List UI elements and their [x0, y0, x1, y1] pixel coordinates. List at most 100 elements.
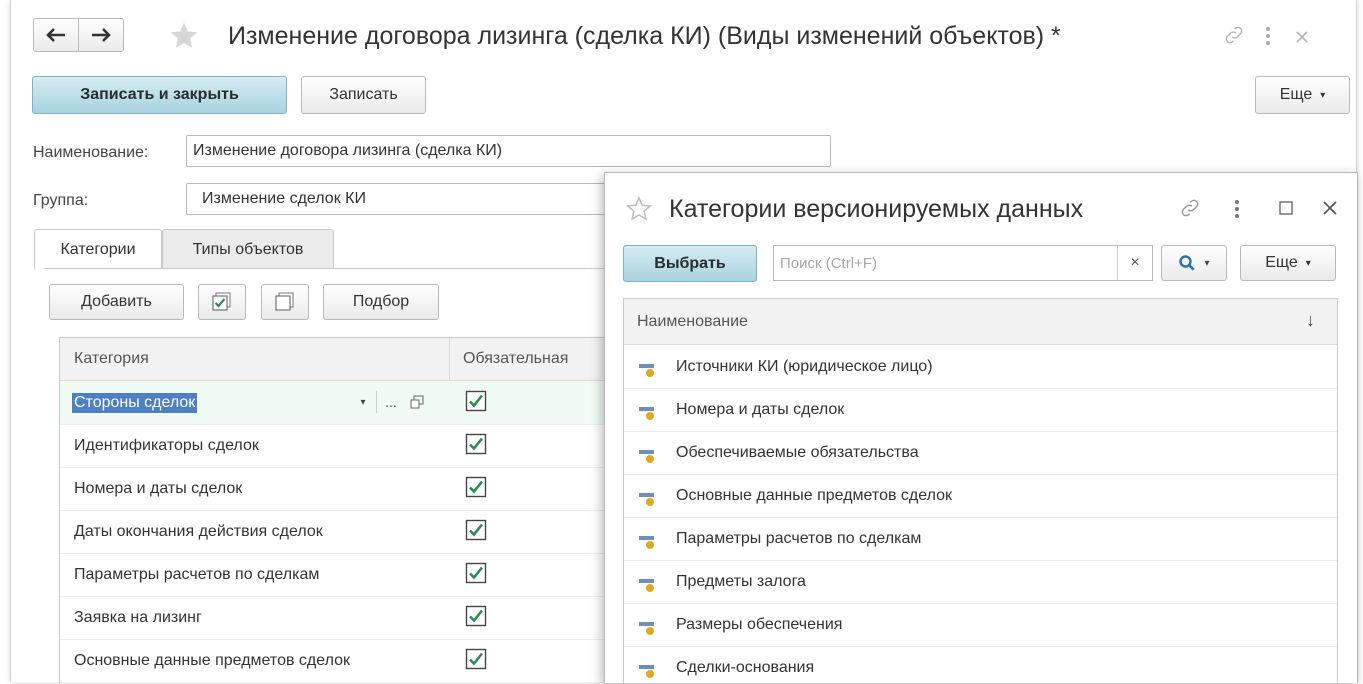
row-name: Стороны сделок	[72, 393, 198, 413]
required-checkbox[interactable]	[465, 519, 487, 541]
open-icon[interactable]	[409, 394, 425, 410]
row-editor-controls: ▾ ...	[350, 387, 450, 417]
catalog-item-icon	[639, 579, 654, 592]
table-row[interactable]: Идентификаторы сделок	[60, 424, 605, 468]
uncheck-all-button[interactable]	[261, 284, 309, 320]
name-input[interactable]: Изменение договора лизинга (сделка КИ)	[186, 135, 831, 167]
categories-selection-dialog: Категории версионируемых данных Выбрать …	[604, 172, 1358, 684]
more-button-label: Еще	[1279, 86, 1313, 103]
item-label: Основные данные предметов сделок	[676, 487, 953, 504]
column-separator	[449, 338, 450, 380]
required-checkbox[interactable]	[465, 562, 487, 584]
item-label: Параметры расчетов по сделкам	[676, 530, 922, 547]
table-row[interactable]: Даты окончания действия сделок	[60, 510, 605, 554]
select-button[interactable]: Выбрать	[623, 245, 757, 282]
arrow-left-icon	[46, 28, 65, 42]
search-input[interactable]: Поиск (Ctrl+F) ×	[773, 245, 1153, 281]
list-item[interactable]: Обеспечиваемые обязательства	[624, 431, 1337, 475]
list-item[interactable]: Размеры обеспечения	[624, 603, 1337, 647]
item-label: Предметы залога	[676, 573, 806, 590]
name-label: Наименование:	[33, 144, 149, 161]
close-icon[interactable]	[1295, 30, 1309, 44]
column-required[interactable]: Обязательная	[463, 350, 568, 368]
required-checkbox[interactable]	[465, 476, 487, 498]
row-name: Параметры расчетов по сделкам	[74, 566, 320, 583]
search-button[interactable]: ▾	[1161, 245, 1227, 281]
link-icon[interactable]	[1223, 24, 1245, 46]
list-item[interactable]: Предметы залога	[624, 560, 1337, 604]
dialog-title: Категории версионируемых данных	[669, 195, 1084, 223]
item-label: Номера и даты сделок	[676, 401, 845, 418]
search-placeholder: Поиск (Ctrl+F)	[780, 254, 877, 272]
more-button-label: Еще	[1265, 254, 1298, 271]
catalog-item-icon	[639, 407, 654, 420]
forward-button[interactable]	[78, 18, 124, 52]
more-vertical-icon[interactable]	[1263, 26, 1273, 46]
group-input[interactable]: Изменение сделок КИ	[186, 183, 606, 215]
more-vertical-icon[interactable]	[1232, 199, 1242, 219]
catalog-item-icon	[639, 364, 654, 377]
table-row[interactable]: Заявка на лизинг	[60, 596, 605, 640]
add-button[interactable]: Добавить	[49, 284, 184, 320]
favorite-star-icon[interactable]	[625, 195, 653, 223]
uncheck-all-icon	[275, 292, 294, 311]
maximize-icon[interactable]	[1279, 201, 1293, 215]
tab-object-types[interactable]: Типы объектов	[162, 229, 334, 269]
categories-table: Категория Обязательная Стороны сделок ▾ …	[59, 337, 605, 683]
more-button[interactable]: Еще ▾	[1240, 245, 1336, 281]
categories-list: Наименование ↓ Источники КИ (юридическое…	[623, 298, 1338, 684]
close-icon[interactable]	[1322, 200, 1338, 216]
ellipsis-button[interactable]: ...	[377, 394, 405, 410]
chevron-down-icon: ▾	[1320, 89, 1326, 101]
catalog-item-icon	[639, 450, 654, 463]
list-item[interactable]: Номера и даты сделок	[624, 388, 1337, 432]
main-window: Изменение договора лизинга (сделка КИ) (…	[10, 0, 1358, 684]
table-row[interactable]: Параметры расчетов по сделкам	[60, 553, 605, 597]
clear-search-icon[interactable]: ×	[1117, 246, 1152, 280]
arrow-right-icon	[92, 28, 111, 42]
tab-categories[interactable]: Категории	[34, 229, 162, 269]
table-row[interactable]: Стороны сделок ▾ ...	[60, 381, 605, 425]
required-checkbox[interactable]	[465, 433, 487, 455]
required-checkbox[interactable]	[465, 390, 487, 412]
list-item[interactable]: Параметры расчетов по сделкам	[624, 517, 1337, 561]
link-icon[interactable]	[1179, 197, 1201, 219]
catalog-item-icon	[639, 665, 654, 678]
back-button[interactable]	[33, 18, 79, 52]
item-label: Источники КИ (юридическое лицо)	[676, 358, 933, 375]
catalog-item-icon	[639, 536, 654, 549]
favorite-star-icon[interactable]	[167, 20, 201, 52]
list-header: Наименование ↓	[624, 299, 1337, 345]
table-row[interactable]: Номера и даты сделок	[60, 467, 605, 511]
check-all-button[interactable]	[198, 284, 246, 320]
save-and-close-button[interactable]: Записать и закрыть	[32, 76, 287, 114]
list-item[interactable]: Сделки-основания	[624, 646, 1337, 684]
chevron-down-icon: ▾	[1204, 257, 1210, 269]
search-icon	[1179, 255, 1196, 271]
row-name: Основные данные предметов сделок	[74, 652, 351, 669]
row-name: Даты окончания действия сделок	[74, 523, 323, 540]
chevron-down-icon: ▾	[1305, 257, 1311, 269]
save-button[interactable]: Записать	[301, 76, 426, 114]
required-checkbox[interactable]	[465, 648, 487, 670]
tab-divider	[44, 268, 604, 269]
pick-button[interactable]: Подбор	[323, 284, 439, 320]
required-checkbox[interactable]	[465, 605, 487, 627]
catalog-item-icon	[639, 622, 654, 635]
item-label: Размеры обеспечения	[676, 616, 843, 633]
sort-icon[interactable]: ↓	[1306, 310, 1315, 331]
row-name: Заявка на лизинг	[74, 609, 202, 626]
column-name[interactable]: Наименование	[637, 313, 748, 331]
page-title: Изменение договора лизинга (сделка КИ) (…	[228, 22, 1061, 50]
dropdown-icon[interactable]: ▾	[350, 397, 376, 408]
table-row[interactable]: Основные данные предметов сделок	[60, 639, 605, 683]
list-item[interactable]: Основные данные предметов сделок	[624, 474, 1337, 518]
item-label: Сделки-основания	[676, 659, 815, 676]
catalog-item-icon	[639, 493, 654, 506]
row-name: Номера и даты сделок	[74, 480, 243, 497]
column-category[interactable]: Категория	[74, 350, 149, 368]
group-label: Группа:	[33, 192, 89, 209]
more-button[interactable]: Еще ▾	[1255, 76, 1350, 114]
table-header: Категория Обязательная	[60, 338, 605, 381]
list-item[interactable]: Источники КИ (юридическое лицо)	[624, 345, 1337, 389]
